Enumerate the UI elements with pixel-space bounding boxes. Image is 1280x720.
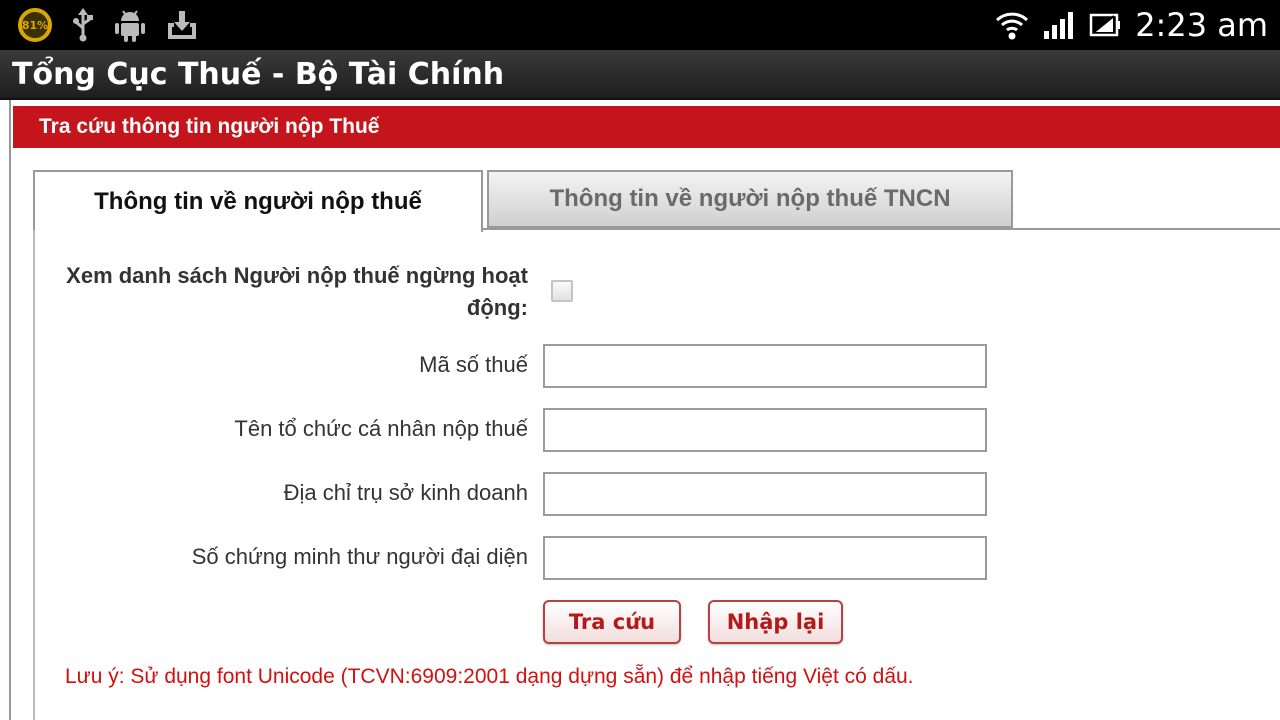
unicode-note: Lưu ý: Sử dụng font Unicode (TCVN:6909:2… [65, 665, 914, 688]
tab-personal-income-taxpayer-info-label: Thông tin về người nộp thuế TNCN [549, 185, 951, 212]
tab-personal-income-taxpayer-info[interactable]: Thông tin về người nộp thuế TNCN [487, 170, 1013, 228]
representative-id-input[interactable] [543, 536, 987, 580]
battery-percent: 81% [21, 18, 49, 32]
signal-icon [1043, 11, 1075, 39]
section-title: Tra cứu thông tin người nộp Thuế [39, 115, 380, 138]
inactive-taxpayers-label-line2: động: [466, 295, 528, 320]
app-title-bar: Tổng Cục Thuế - Bộ Tài Chính [0, 50, 1280, 100]
status-bar-clock: 2:23 am [1135, 6, 1268, 44]
business-address-label: Địa chỉ trụ sở kinh doanh [283, 480, 528, 505]
business-address-input[interactable] [543, 472, 987, 516]
tab-taxpayer-info[interactable]: Thông tin về người nộp thuế [33, 170, 483, 232]
tab-divider [482, 228, 1280, 230]
page-content: Tra cứu thông tin người nộp Thuế Thông t… [0, 100, 1280, 720]
status-bar: 81% 2:23 am [0, 0, 1280, 50]
tab-taxpayer-info-label: Thông tin về người nộp thuế [94, 188, 422, 215]
search-button[interactable]: Tra cứu [543, 600, 681, 644]
representative-id-label: Số chứng minh thư người đại diện [191, 544, 528, 569]
page-border [9, 100, 11, 720]
status-bar-right: 2:23 am [995, 0, 1268, 50]
taxpayer-name-label: Tên tổ chức cá nhân nộp thuế [234, 416, 528, 441]
section-header: Tra cứu thông tin người nộp Thuế [13, 106, 1280, 148]
status-bar-left: 81% [18, 0, 198, 50]
wifi-icon [995, 10, 1029, 40]
android-debug-icon [114, 8, 146, 42]
download-icon [166, 9, 198, 41]
battery-circle-icon: 81% [18, 8, 52, 42]
inactive-taxpayers-checkbox[interactable] [551, 280, 573, 302]
tax-code-label: Mã số thuế [419, 352, 528, 377]
inactive-taxpayers-label-line1: Xem danh sách Người nộp thuế ngừng hoạt [66, 263, 528, 288]
taxpayer-name-input[interactable] [543, 408, 987, 452]
panel-border [33, 230, 35, 720]
inactive-taxpayers-label: Xem danh sách Người nộp thuế ngừng hoạt … [66, 260, 528, 324]
usb-icon [72, 8, 94, 42]
app-title: Tổng Cục Thuế - Bộ Tài Chính [12, 57, 505, 92]
reset-button[interactable]: Nhập lại [708, 600, 843, 644]
tax-code-input[interactable] [543, 344, 987, 388]
battery-charging-icon [1089, 11, 1121, 39]
